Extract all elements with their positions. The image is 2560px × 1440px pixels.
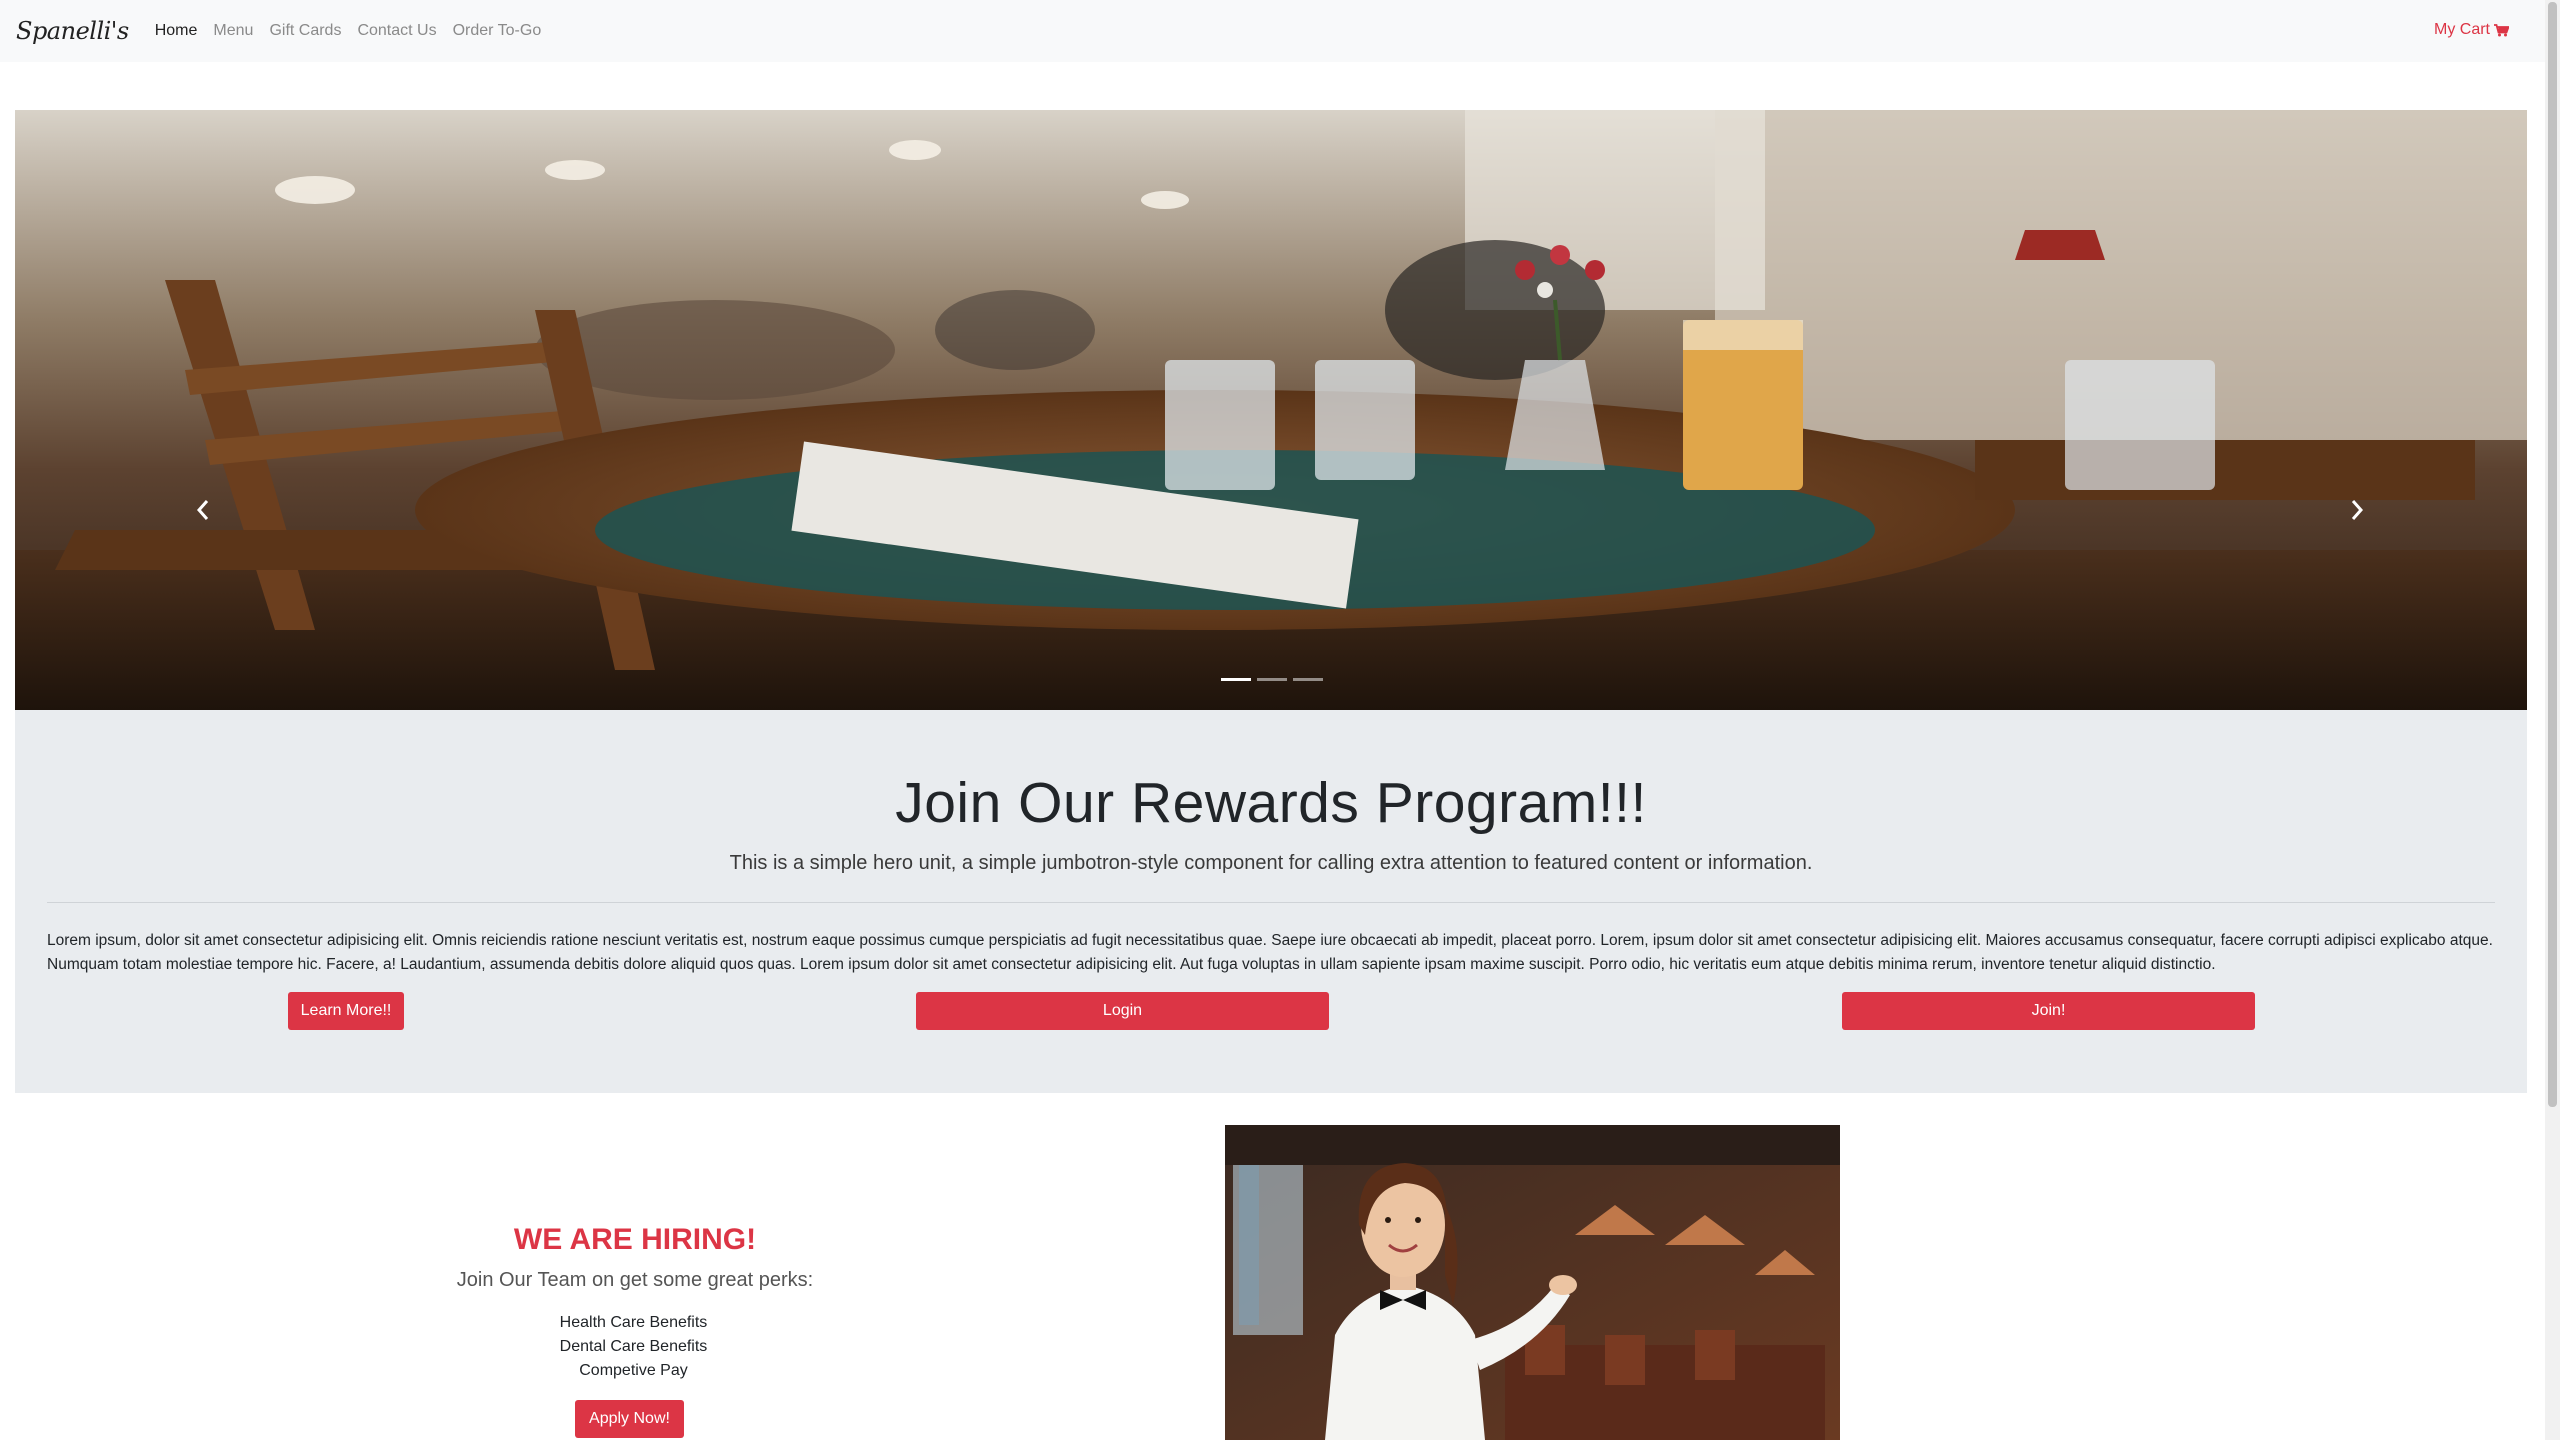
list-item: Dental Care Benefits [559,1338,708,1355]
page-scrollbar[interactable] [2545,0,2560,1440]
chevron-left-icon [196,500,209,520]
nav-link-menu[interactable]: Menu [213,22,253,40]
waitress-image [1225,1125,1840,1440]
perks-list: Health Care Benefits Dental Care Benefit… [435,1311,832,1383]
brand-logo[interactable]: Spanelli's [16,17,129,45]
rewards-lead: This is a simple hero unit, a simple jum… [729,852,1813,874]
learn-more-button[interactable]: Learn More!! [288,992,404,1030]
login-button[interactable]: Login [916,992,1329,1030]
apply-now-button[interactable]: Apply Now! [575,1400,684,1438]
chevron-right-icon [2351,500,2364,520]
nav-link-contact-us[interactable]: Contact Us [357,22,436,40]
scrollbar-thumb[interactable] [2548,2,2557,1107]
list-item: Competive Pay [579,1362,688,1379]
nav-link-home[interactable]: Home [155,22,198,40]
carousel-slide-image [15,110,2527,710]
waitress-photo [1225,1125,1840,1440]
rewards-jumbotron: Join Our Rewards Program!!! This is a si… [15,710,2527,1093]
carousel-indicators [1221,678,1329,681]
nav-link-order-to-go[interactable]: Order To-Go [453,22,542,40]
carousel-indicator-1[interactable] [1221,678,1251,681]
join-button[interactable]: Join! [1842,992,2255,1030]
rewards-body-text: Lorem ipsum, dolor sit amet consectetur … [47,932,2493,973]
carousel-indicator-2[interactable] [1257,678,1287,681]
carousel-indicator-3[interactable] [1293,678,1323,681]
rewards-title: Join Our Rewards Program!!! [895,771,1647,835]
my-cart-link[interactable]: My Cart [2434,21,2509,39]
nav-links: Home Menu Gift Cards Contact Us Order To… [155,22,558,40]
hero-carousel [15,110,2527,710]
navbar: Spanelli's Home Menu Gift Cards Contact … [0,0,2545,62]
carousel-prev-button[interactable] [183,490,223,530]
hiring-section: WE ARE HIRING! Join Our Team on get some… [0,1093,2545,1440]
shopping-cart-icon [2494,23,2509,36]
list-item: Health Care Benefits [559,1314,708,1331]
carousel-next-button[interactable] [2337,490,2377,530]
my-cart-label: My Cart [2434,21,2490,38]
divider [47,902,2495,903]
hiring-subtitle: Join Our Team on get some great perks: [456,1269,814,1291]
nav-link-gift-cards[interactable]: Gift Cards [269,22,341,40]
hiring-title: WE ARE HIRING! [513,1223,757,1256]
